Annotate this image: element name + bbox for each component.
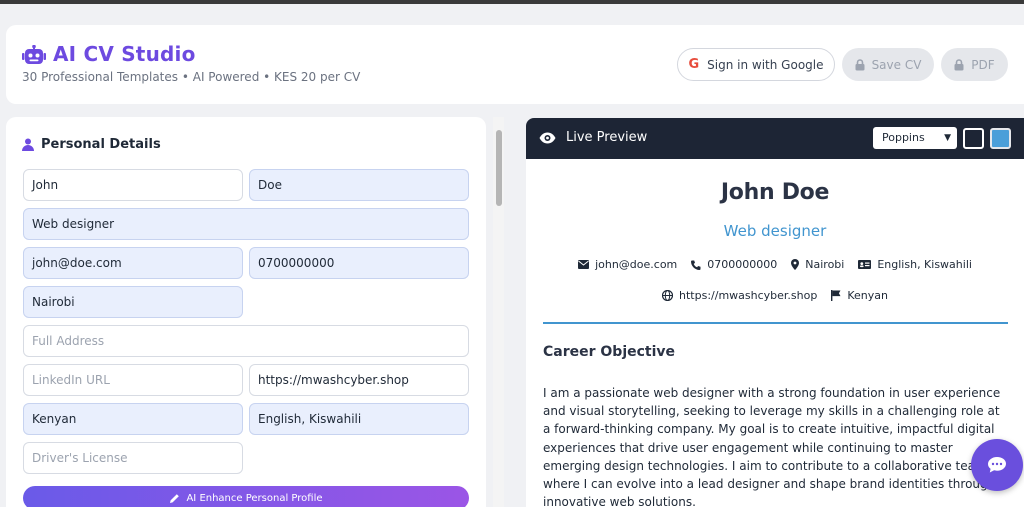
cv-nationality-text: Kenyan [847, 289, 888, 302]
window-top-border [0, 0, 1024, 4]
live-preview-title: Live Preview [566, 130, 648, 145]
phone-input[interactable]: 0700000000 [249, 247, 469, 279]
cv-languages-text: English, Kiswahili [877, 258, 972, 271]
personal-details-heading: Personal Details [22, 137, 161, 152]
theme-blue-swatch[interactable] [990, 128, 1011, 149]
save-cv-label: Save CV [871, 57, 922, 72]
chat-icon [988, 457, 1006, 473]
chat-button[interactable] [971, 439, 1023, 491]
job-title-input[interactable]: Web designer [23, 208, 469, 240]
phone-icon [691, 260, 701, 270]
app-subtitle: 30 Professional Templates • AI Powered •… [22, 70, 361, 84]
cv-phone: 0700000000 [691, 258, 777, 271]
user-icon [22, 138, 34, 151]
form-scrollbar-thumb[interactable] [496, 130, 502, 206]
theme-dark-swatch[interactable] [963, 128, 984, 149]
cv-objective-text: I am a passionate web designer with a st… [543, 386, 1001, 507]
cv-location-text: Nairobi [805, 258, 845, 271]
globe-icon [662, 290, 674, 301]
ai-enhance-label: AI Enhance Personal Profile [186, 492, 323, 504]
languages-input[interactable]: English, Kiswahili [249, 403, 469, 435]
pdf-label: PDF [971, 57, 995, 72]
drivers-license-input[interactable]: Driver's License [23, 442, 243, 474]
first-name-input[interactable]: John [23, 169, 243, 201]
email-input[interactable]: john@doe.com [23, 247, 243, 279]
font-select-value: Poppins [882, 131, 925, 144]
nationality-input[interactable]: Kenyan [23, 403, 243, 435]
cv-website: https://mwashcyber.shop [662, 289, 817, 302]
address-input[interactable]: Full Address [23, 325, 469, 357]
live-preview-panel: Live Preview Poppins ▼ John Doe Web desi… [526, 118, 1024, 507]
personal-details-panel: Personal Details John Doe Web designer j… [6, 117, 486, 507]
robot-icon [22, 45, 46, 64]
pdf-button[interactable]: PDF [941, 48, 1008, 81]
save-cv-button[interactable]: Save CV [842, 48, 934, 81]
cv-location: Nairobi [791, 258, 844, 271]
map-pin-icon [791, 259, 800, 270]
cv-name: John Doe [720, 180, 830, 205]
personal-details-title: Personal Details [41, 137, 161, 152]
cv-divider [543, 322, 1008, 324]
last-name-input[interactable]: Doe [249, 169, 469, 201]
cv-website-text: https://mwashcyber.shop [679, 289, 818, 302]
font-select[interactable]: Poppins ▼ [873, 127, 957, 149]
cv-contact-row-2: https://mwashcyber.shop Kenyan [526, 289, 1024, 302]
cv-role: Web designer [723, 222, 827, 240]
lock-icon [954, 58, 964, 70]
cv-email-text: john@doe.com [595, 258, 678, 271]
cv-languages: English, Kiswahili [858, 258, 972, 271]
envelope-icon [578, 260, 590, 269]
city-input[interactable]: Nairobi [23, 286, 243, 318]
cv-section-title: Career Objective [543, 344, 676, 360]
app-title: AI CV Studio [53, 42, 196, 66]
cv-nationality: Kenyan [831, 289, 888, 302]
flag-icon [831, 290, 841, 301]
sign-in-google-button[interactable]: G Sign in with Google [677, 48, 835, 81]
pencil-icon [170, 493, 180, 503]
google-icon: G [688, 57, 700, 72]
chevron-down-icon: ▼ [944, 133, 951, 143]
website-input[interactable]: https://mwashcyber.shop [249, 364, 469, 396]
linkedin-input[interactable]: LinkedIn URL [23, 364, 243, 396]
cv-contact-row: john@doe.com 0700000000 Nairobi English,… [526, 258, 1024, 271]
ai-enhance-profile-button[interactable]: AI Enhance Personal Profile [23, 486, 469, 507]
id-card-icon [858, 260, 872, 269]
cv-phone-text: 0700000000 [707, 258, 778, 271]
cv-email: john@doe.com [578, 258, 677, 271]
eye-icon [539, 132, 556, 144]
lock-icon [855, 58, 865, 70]
sign-in-google-label: Sign in with Google [707, 57, 824, 72]
preview-toolbar: Live Preview Poppins ▼ [526, 118, 1024, 159]
app-header: AI CV Studio 30 Professional Templates •… [6, 25, 1024, 104]
